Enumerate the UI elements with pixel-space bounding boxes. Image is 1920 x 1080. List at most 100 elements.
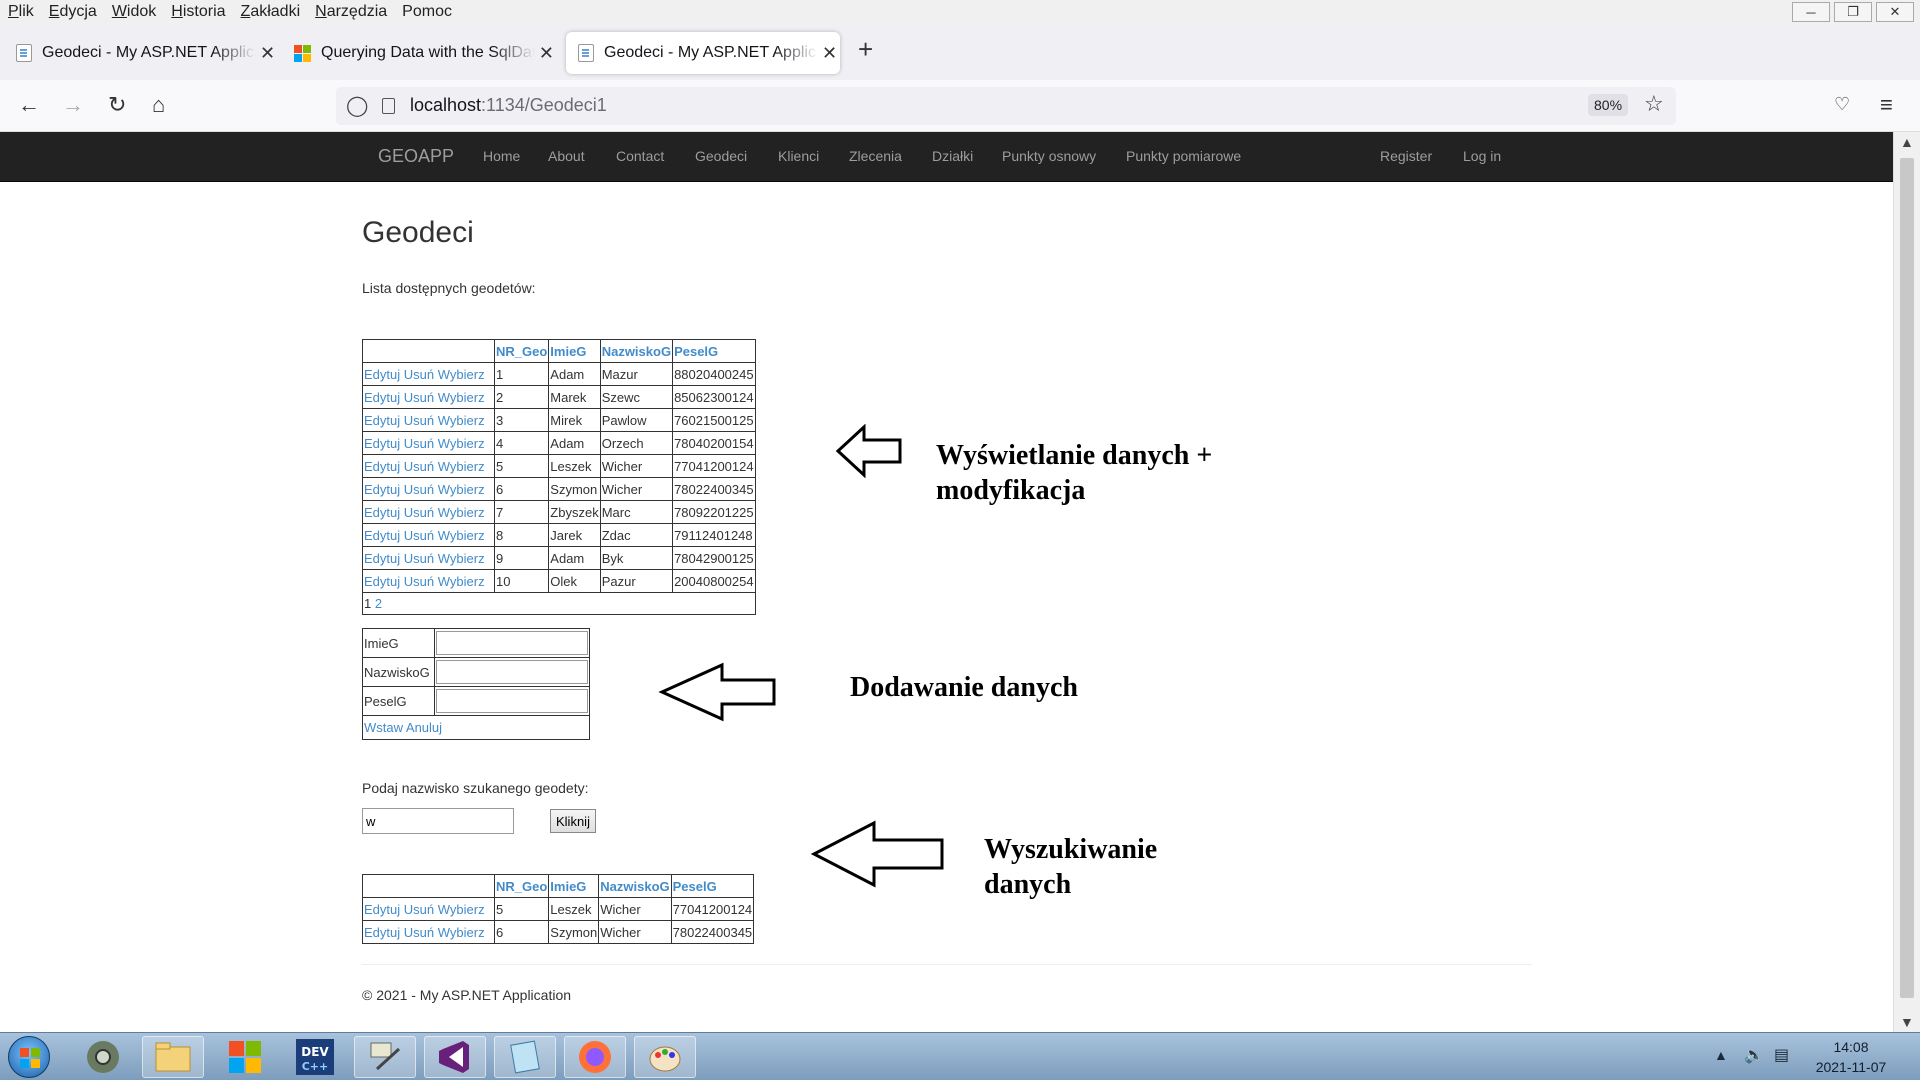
home-icon[interactable]: ⌂ xyxy=(152,92,165,118)
start-button[interactable] xyxy=(8,1036,50,1078)
col-header-imieg[interactable]: ImieG xyxy=(548,339,601,363)
close-tab-icon[interactable]: ✕ xyxy=(539,43,554,64)
office-taskbar-icon[interactable] xyxy=(214,1036,276,1078)
menu-file[interactable]: Plik xyxy=(8,3,34,21)
zoom-level-badge[interactable]: 80% xyxy=(1588,94,1629,116)
nav-contact[interactable]: Contact xyxy=(616,148,664,164)
nav-zlecenia[interactable]: Zlecenia xyxy=(849,148,902,164)
imieg-input[interactable] xyxy=(436,631,588,655)
search-button[interactable]: Kliknij xyxy=(550,809,596,833)
forward-icon[interactable]: → xyxy=(62,92,84,118)
nav-about[interactable]: About xyxy=(548,148,585,164)
minimize-icon[interactable]: ─ xyxy=(1792,2,1830,22)
col-header-peselg[interactable]: PeselG xyxy=(672,339,756,363)
delete-link[interactable]: Usuń xyxy=(404,413,434,428)
edit-link[interactable]: Edytuj xyxy=(364,574,400,589)
edit-link[interactable]: Edytuj xyxy=(364,902,400,917)
edit-link[interactable]: Edytuj xyxy=(364,925,400,940)
select-link[interactable]: Wybierz xyxy=(438,551,485,566)
col-header-nazwiskog[interactable]: NazwiskoG xyxy=(599,339,674,363)
delete-link[interactable]: Usuń xyxy=(404,367,434,382)
insert-link[interactable]: Wstaw xyxy=(364,720,403,735)
select-link[interactable]: Wybierz xyxy=(438,528,485,543)
nav-geodeci[interactable]: Geodeci xyxy=(695,148,747,164)
edit-link[interactable]: Edytuj xyxy=(364,413,400,428)
menu-bookmarks[interactable]: Zakładki xyxy=(241,3,301,21)
menu-edit[interactable]: Edycja xyxy=(49,3,97,21)
system-clock[interactable]: 14:08 2021-11-07 xyxy=(1806,1037,1896,1077)
nav-punkty-osnowy[interactable]: Punkty osnowy xyxy=(1002,148,1096,164)
browser-tab-2[interactable]: Querying Data with the SqlData ✕ xyxy=(282,32,554,74)
delete-link[interactable]: Usuń xyxy=(404,505,434,520)
edit-link[interactable]: Edytuj xyxy=(364,505,400,520)
paint-taskbar-icon[interactable] xyxy=(634,1036,696,1078)
edit-link[interactable]: Edytuj xyxy=(364,436,400,451)
nav-register[interactable]: Register xyxy=(1380,148,1432,164)
scroll-up-icon[interactable]: ▲ xyxy=(1900,134,1914,150)
devcpp-taskbar-icon[interactable]: DEV C++ xyxy=(284,1036,346,1078)
explorer-taskbar-icon[interactable] xyxy=(142,1036,204,1078)
edit-link[interactable]: Edytuj xyxy=(364,367,400,382)
delete-link[interactable]: Usuń xyxy=(404,902,434,917)
close-tab-icon[interactable]: ✕ xyxy=(260,43,275,64)
edit-link[interactable]: Edytuj xyxy=(364,528,400,543)
delete-link[interactable]: Usuń xyxy=(404,390,434,405)
select-link[interactable]: Wybierz xyxy=(438,902,485,917)
select-link[interactable]: Wybierz xyxy=(438,505,485,520)
scroll-down-icon[interactable]: ▼ xyxy=(1900,1014,1914,1030)
select-link[interactable]: Wybierz xyxy=(438,413,485,428)
nav-punkty-pomiarowe[interactable]: Punkty pomiarowe xyxy=(1126,148,1241,164)
select-link[interactable]: Wybierz xyxy=(438,459,485,474)
nav-klienci[interactable]: Klienci xyxy=(778,148,819,164)
tray-expand-icon[interactable]: ▲ xyxy=(1714,1047,1728,1063)
pager-page-2-link[interactable]: 2 xyxy=(375,596,382,611)
browser-tab-1[interactable]: Geodeci - My ASP.NET Applicati ✕ xyxy=(4,32,276,74)
col-header-nazwiskog[interactable]: NazwiskoG xyxy=(598,874,672,898)
delete-link[interactable]: Usuń xyxy=(404,551,434,566)
col-header-nr-geo[interactable]: NR_Geo xyxy=(493,874,550,898)
col-header-nr-geo[interactable]: NR_Geo xyxy=(493,339,550,363)
nav-home[interactable]: Home xyxy=(483,148,520,164)
visual-studio-taskbar-icon[interactable] xyxy=(424,1036,486,1078)
delete-link[interactable]: Usuń xyxy=(404,528,434,543)
edit-link[interactable]: Edytuj xyxy=(364,551,400,566)
select-link[interactable]: Wybierz xyxy=(438,482,485,497)
delete-link[interactable]: Usuń xyxy=(404,925,434,940)
nav-dzialki[interactable]: Działki xyxy=(932,148,973,164)
vertical-scrollbar[interactable]: ▲ ▼ xyxy=(1893,132,1920,1032)
select-link[interactable]: Wybierz xyxy=(438,925,485,940)
chrome-taskbar-icon[interactable] xyxy=(72,1036,134,1078)
delete-link[interactable]: Usuń xyxy=(404,574,434,589)
hamburger-menu-icon[interactable]: ≡ xyxy=(1880,92,1893,118)
select-link[interactable]: Wybierz xyxy=(438,574,485,589)
bookmark-star-icon[interactable]: ☆ xyxy=(1644,91,1664,117)
nazwiskog-input[interactable] xyxy=(436,660,588,684)
site-brand[interactable]: GEOAPP xyxy=(378,146,454,167)
menu-history[interactable]: Historia xyxy=(171,3,225,21)
select-link[interactable]: Wybierz xyxy=(438,390,485,405)
page-info-icon[interactable] xyxy=(382,98,395,114)
col-header-peselg[interactable]: PeselG xyxy=(670,874,755,898)
pocket-icon[interactable]: ♡ xyxy=(1834,94,1850,115)
delete-link[interactable]: Usuń xyxy=(404,482,434,497)
col-header-imieg[interactable]: ImieG xyxy=(548,874,600,898)
menu-help[interactable]: Pomoc xyxy=(402,3,452,21)
menu-view[interactable]: Widok xyxy=(112,3,156,21)
url-text[interactable]: localhost:1134/Geodeci1 xyxy=(410,95,607,116)
search-input[interactable] xyxy=(362,808,514,834)
cancel-link[interactable]: Anuluj xyxy=(406,720,442,735)
edit-link[interactable]: Edytuj xyxy=(364,459,400,474)
shield-icon[interactable]: ◯ xyxy=(346,93,368,118)
back-icon[interactable]: ← xyxy=(18,92,40,118)
restore-icon[interactable]: ❐ xyxy=(1834,2,1872,22)
peselg-input[interactable] xyxy=(436,689,588,713)
firefox-taskbar-icon[interactable] xyxy=(564,1036,626,1078)
nav-login[interactable]: Log in xyxy=(1463,148,1501,164)
delete-link[interactable]: Usuń xyxy=(404,436,434,451)
select-link[interactable]: Wybierz xyxy=(438,367,485,382)
address-bar[interactable]: ◯ localhost:1134/Geodeci1 80% ☆ xyxy=(336,87,1676,125)
notepad-taskbar-icon[interactable] xyxy=(494,1036,556,1078)
menu-tools[interactable]: Narzędzia xyxy=(315,3,387,21)
close-tab-icon[interactable]: ✕ xyxy=(822,43,837,64)
browser-tab-3-active[interactable]: Geodeci - My ASP.NET Applicati ✕ xyxy=(566,32,840,74)
